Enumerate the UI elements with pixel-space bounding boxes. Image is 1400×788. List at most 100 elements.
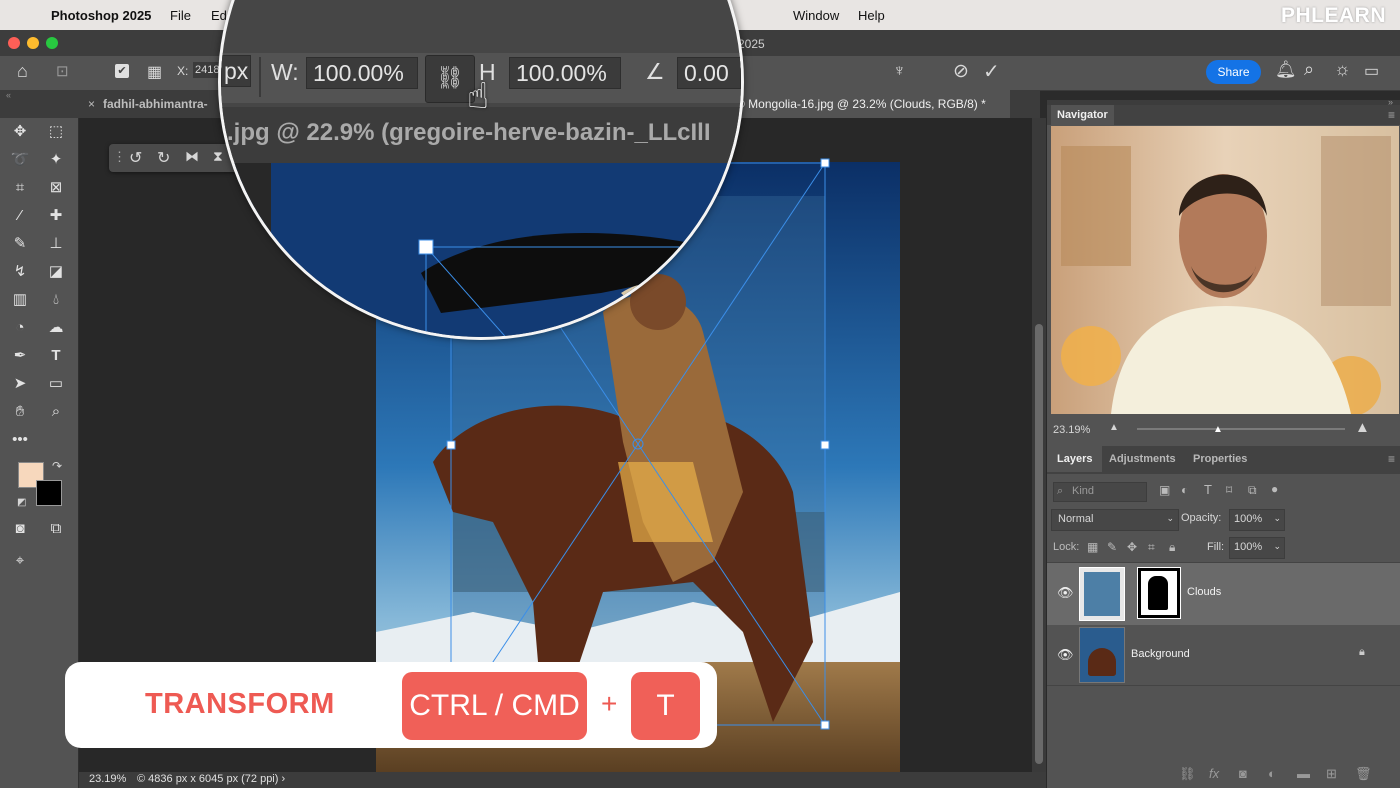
lock-artboard-icon[interactable]: ⌗ bbox=[1148, 540, 1155, 555]
more-tools-icon[interactable]: ••• bbox=[8, 429, 32, 451]
close-window-button[interactable] bbox=[8, 37, 20, 49]
crop-tool-icon[interactable]: ⌗ bbox=[8, 177, 32, 199]
layer-name-background[interactable]: Background bbox=[1131, 648, 1190, 660]
warp-icon[interactable]: ♆ bbox=[893, 61, 906, 81]
navigator-menu-icon[interactable]: ≡ bbox=[1388, 108, 1395, 122]
layer-name-clouds[interactable]: Clouds bbox=[1187, 586, 1221, 598]
smudge-tool-icon[interactable]: ☁︎ bbox=[44, 317, 68, 339]
collapse-panels-icon[interactable]: « bbox=[6, 90, 11, 100]
tab-adjustments[interactable]: Adjustments bbox=[1109, 453, 1176, 465]
filter-adjustment-icon[interactable]: ◐ bbox=[1181, 483, 1188, 497]
reference-checkbox[interactable]: ✔ bbox=[115, 64, 129, 78]
background-color-swatch[interactable] bbox=[36, 480, 62, 506]
notifications-bell-icon[interactable]: 🔔︎ bbox=[1275, 60, 1297, 80]
commit-transform-icon[interactable]: ✓ bbox=[983, 59, 1000, 84]
home-icon[interactable]: ⌂ bbox=[17, 61, 28, 82]
pen-tool-icon[interactable]: ✒︎ bbox=[8, 345, 32, 367]
path-selection-icon[interactable]: ➤ bbox=[8, 373, 32, 395]
menu-window[interactable]: Window bbox=[793, 8, 839, 23]
clone-stamp-icon[interactable]: ⊥ bbox=[44, 233, 68, 255]
zoom-in-mountain-icon[interactable]: ▲ bbox=[1355, 419, 1370, 436]
healing-brush-icon[interactable]: ✚ bbox=[44, 205, 68, 227]
eyedropper-icon[interactable]: ⁄ bbox=[8, 205, 32, 227]
tab-layers[interactable]: Layers bbox=[1047, 446, 1103, 472]
scrollbar-thumb[interactable] bbox=[1035, 324, 1043, 764]
tab-mongolia-active[interactable]: © Mongolia-16.jpg @ 23.2% (Clouds, RGB/8… bbox=[728, 90, 1010, 118]
screen-mode-icon[interactable]: ⧉ bbox=[44, 518, 68, 540]
share-button[interactable]: Share bbox=[1206, 60, 1261, 84]
zoom-tool-icon[interactable]: ⌕ bbox=[44, 401, 68, 423]
type-tool-icon[interactable]: T bbox=[44, 345, 68, 367]
reference-point-icon[interactable]: ⊡ bbox=[56, 62, 69, 80]
zoomed-h-input[interactable]: 100.00% bbox=[509, 57, 621, 89]
filter-pixel-icon[interactable]: ▣ bbox=[1159, 483, 1170, 497]
marquee-tool-icon[interactable]: ⬚ bbox=[44, 121, 68, 143]
blur-tool-icon[interactable]: 💧︎ bbox=[44, 289, 68, 311]
layer-style-fx-icon[interactable]: fx bbox=[1209, 766, 1219, 781]
opacity-input[interactable]: 100% ⌄ bbox=[1229, 509, 1285, 531]
generative-ai-icon[interactable]: ⌖ bbox=[8, 550, 32, 572]
navigator-zoom-value[interactable]: 23.19% bbox=[1053, 424, 1090, 436]
app-name-menu[interactable]: Photoshop 2025 bbox=[51, 8, 151, 23]
tab-properties[interactable]: Properties bbox=[1193, 453, 1247, 465]
menu-help[interactable]: Help bbox=[858, 8, 885, 23]
layer-kind-filter[interactable]: ⌕ Kind bbox=[1053, 482, 1147, 502]
filter-shape-icon[interactable]: ⌑ bbox=[1226, 483, 1232, 497]
workspace-icon[interactable]: ▭ bbox=[1364, 61, 1379, 81]
adjustment-layer-icon[interactable]: ◐ bbox=[1268, 766, 1276, 781]
dodge-tool-icon[interactable]: ◔ bbox=[8, 317, 32, 339]
brush-tool-icon[interactable]: ✎ bbox=[8, 233, 32, 255]
eraser-icon[interactable]: ◪ bbox=[44, 261, 68, 283]
tab-navigator[interactable]: Navigator bbox=[1051, 105, 1114, 125]
swap-colors-icon[interactable]: ↷ bbox=[52, 459, 62, 473]
layer-lock-icon[interactable]: 🔒︎ bbox=[1359, 646, 1365, 659]
layers-menu-icon[interactable]: ≡ bbox=[1388, 452, 1395, 466]
zoom-out-mountain-icon[interactable]: ▲ bbox=[1109, 422, 1119, 433]
reference-grid-icon[interactable]: ▦ bbox=[147, 62, 162, 82]
fill-input[interactable]: 100% ⌄ bbox=[1229, 537, 1285, 559]
minimize-window-button[interactable] bbox=[27, 37, 39, 49]
visibility-eye-icon[interactable]: 👁︎ bbox=[1057, 647, 1074, 663]
tab-fadhil[interactable]: fadhil-abhimantra- bbox=[103, 97, 208, 111]
history-brush-icon[interactable]: ↯ bbox=[8, 261, 32, 283]
filter-toggle-icon[interactable]: ● bbox=[1271, 482, 1278, 496]
zoomed-w-input[interactable]: 100.00% bbox=[306, 57, 418, 89]
lock-pixels-icon[interactable]: ✎ bbox=[1107, 540, 1117, 554]
zoomed-angle-input[interactable]: 0.00 bbox=[677, 57, 741, 89]
quick-mask-icon[interactable]: ◙ bbox=[8, 518, 32, 540]
navigator-zoom-slider[interactable] bbox=[1137, 428, 1345, 430]
zoom-slider-thumb[interactable]: ▲ bbox=[1213, 424, 1223, 435]
visibility-eye-icon[interactable]: 👁︎ bbox=[1057, 585, 1074, 601]
default-colors-icon[interactable]: ◩ bbox=[17, 497, 26, 508]
menu-file[interactable]: File bbox=[170, 8, 191, 23]
status-zoom[interactable]: 23.19% bbox=[89, 773, 126, 785]
rectangle-tool-icon[interactable]: ▭ bbox=[44, 373, 68, 395]
filter-type-icon[interactable]: T bbox=[1204, 482, 1212, 497]
layer-row-background[interactable]: 👁︎ Background 🔒︎ bbox=[1047, 625, 1400, 686]
lock-transparent-icon[interactable]: ▦ bbox=[1087, 540, 1098, 554]
lasso-tool-icon[interactable]: ➰ bbox=[8, 149, 32, 171]
move-tool-icon[interactable]: ✥ bbox=[8, 121, 32, 143]
new-group-icon[interactable]: ▬ bbox=[1297, 766, 1310, 781]
clouds-layer-mask[interactable] bbox=[1137, 567, 1181, 619]
lock-position-icon[interactable]: ✥ bbox=[1127, 540, 1137, 554]
magic-wand-icon[interactable]: ✦ bbox=[44, 149, 68, 171]
cancel-transform-icon[interactable]: ⊘ bbox=[953, 60, 969, 83]
delete-layer-icon[interactable]: 🗑︎ bbox=[1355, 766, 1372, 782]
discover-bulb-icon[interactable]: ☼ bbox=[1334, 59, 1351, 80]
search-icon[interactable]: ⌕ bbox=[1304, 59, 1314, 80]
blend-mode-select[interactable]: Normal ⌄ bbox=[1051, 509, 1179, 531]
layer-row-clouds[interactable]: 👁︎ Clouds bbox=[1047, 562, 1400, 626]
frame-tool-icon[interactable]: ⊠ bbox=[44, 177, 68, 199]
tab-close-icon[interactable]: × bbox=[88, 97, 95, 111]
zoom-window-button[interactable] bbox=[46, 37, 58, 49]
hand-tool-icon[interactable]: ✋︎ bbox=[8, 401, 32, 423]
background-layer-thumbnail[interactable] bbox=[1079, 627, 1125, 683]
zoomed-x-unit[interactable]: px bbox=[221, 55, 251, 87]
clouds-layer-thumbnail[interactable] bbox=[1079, 567, 1125, 621]
add-mask-icon[interactable]: ◙ bbox=[1239, 766, 1247, 781]
lock-all-icon[interactable]: 🔒︎ bbox=[1169, 540, 1175, 555]
canvas-vertical-scrollbar[interactable] bbox=[1032, 118, 1046, 772]
link-layers-icon[interactable]: ⛓︎ bbox=[1179, 766, 1196, 782]
gradient-tool-icon[interactable]: ▥ bbox=[8, 289, 32, 311]
